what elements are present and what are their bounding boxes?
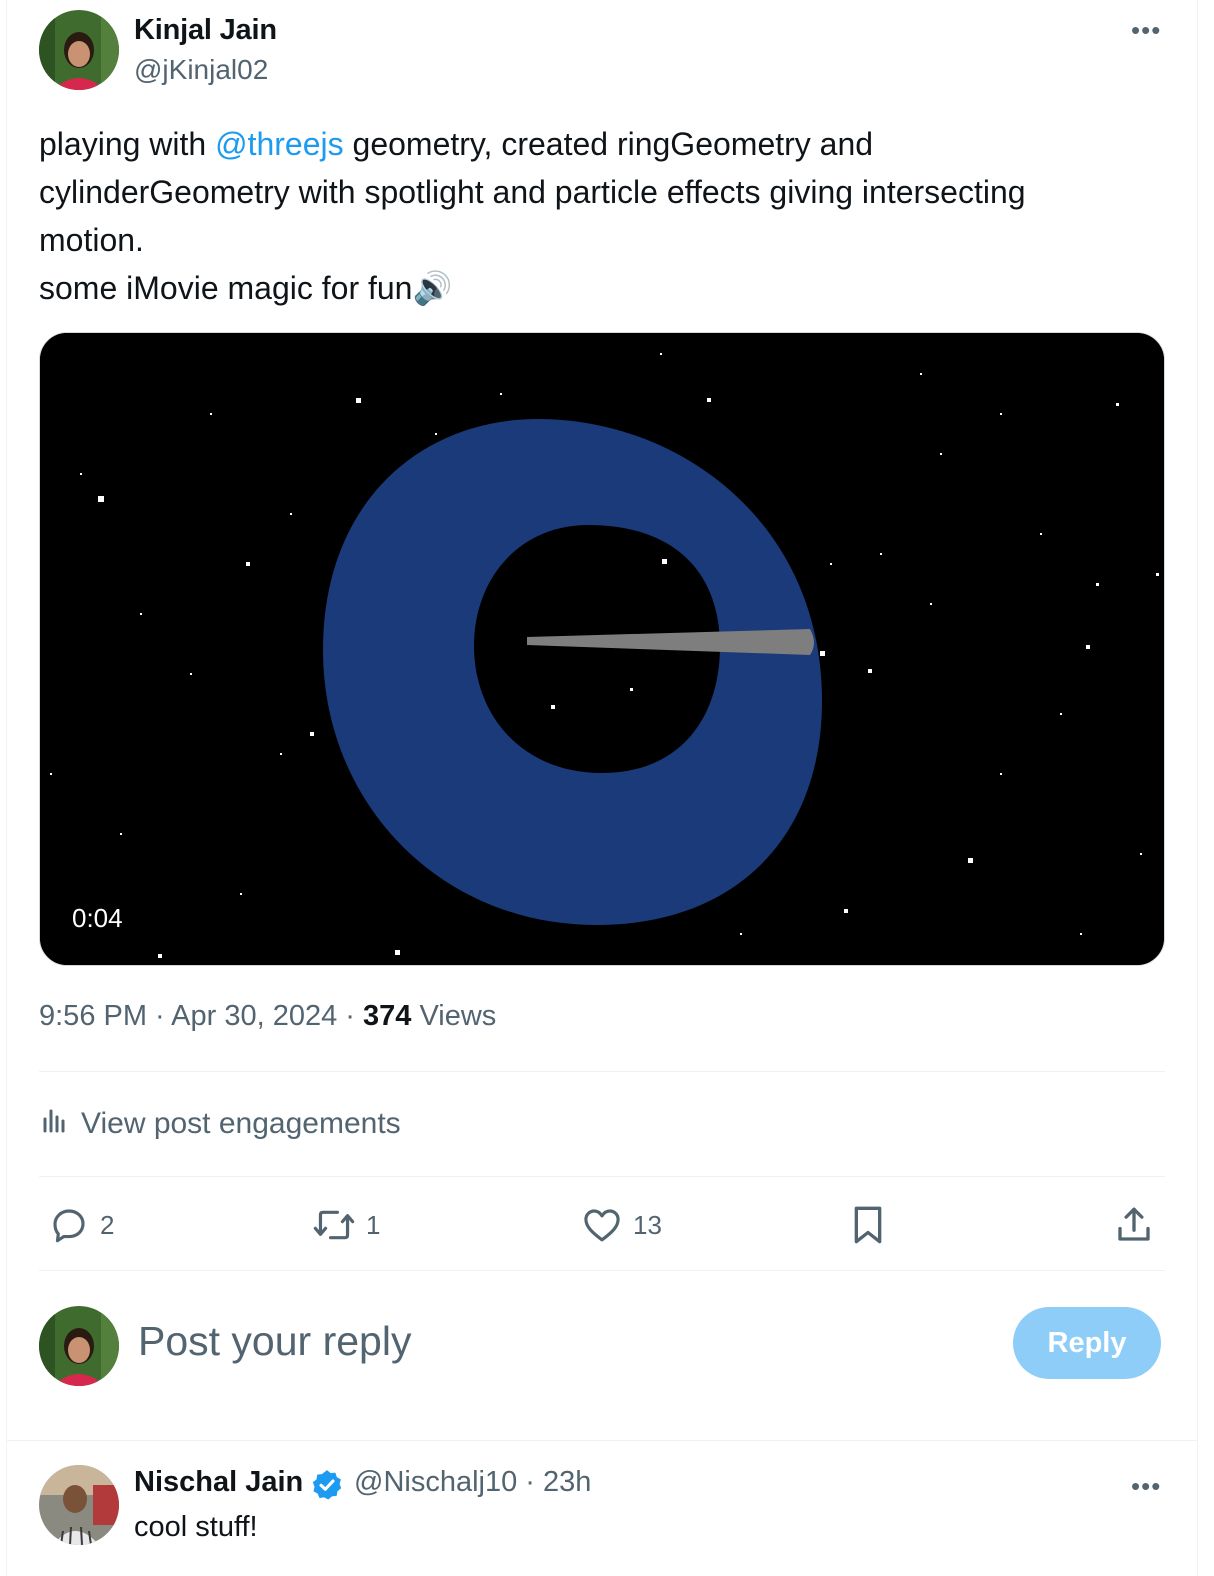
reply-count: 2 bbox=[100, 1209, 115, 1240]
post-text-line-4: some iMovie magic for fun🔊 bbox=[39, 270, 453, 306]
post-meta: 9:56 PM · Apr 30, 2024 · 374 Views bbox=[39, 1000, 496, 1033]
reply-author-name[interactable]: Nischal Jain bbox=[134, 1466, 303, 1499]
bookmark-icon bbox=[848, 1203, 888, 1247]
video-player[interactable]: 0:04 bbox=[39, 332, 1165, 966]
more-icon[interactable]: ••• bbox=[1131, 1473, 1161, 1499]
divider bbox=[39, 1071, 1165, 1072]
view-engagements-link[interactable]: View post engagements bbox=[39, 1104, 401, 1144]
author-avatar[interactable] bbox=[39, 10, 119, 90]
reply-text: cool stuff! bbox=[134, 1511, 258, 1543]
more-icon[interactable]: ••• bbox=[1131, 17, 1161, 43]
repost-icon bbox=[312, 1204, 356, 1246]
post-date[interactable]: Apr 30, 2024 bbox=[171, 1000, 337, 1032]
post-text-segment: playing with bbox=[39, 126, 216, 162]
video-frame bbox=[40, 333, 1164, 965]
user-avatar[interactable] bbox=[39, 1306, 119, 1386]
reply-input[interactable]: Post your reply bbox=[138, 1318, 411, 1365]
share-icon bbox=[1113, 1204, 1155, 1246]
verified-icon bbox=[310, 1468, 344, 1507]
reply-button[interactable]: Reply bbox=[1013, 1307, 1161, 1379]
post-text-segment: geometry, created ringGeometry and bbox=[343, 126, 874, 162]
reply-author-handle-time[interactable]: @Nischalj10 · 23h bbox=[354, 1466, 591, 1499]
like-action[interactable]: 13 bbox=[581, 1200, 662, 1250]
reply-icon bbox=[48, 1204, 90, 1246]
engagements-icon bbox=[39, 1105, 69, 1143]
views-count: 374 bbox=[363, 1000, 412, 1032]
reply-author-avatar[interactable] bbox=[39, 1465, 119, 1545]
post-text-line-2: cylinderGeometry with spotlight and part… bbox=[39, 174, 1026, 210]
post-time[interactable]: 9:56 PM bbox=[39, 1000, 147, 1032]
like-count: 13 bbox=[633, 1209, 662, 1240]
post-text-line-3: motion. bbox=[39, 222, 144, 258]
mention-link[interactable]: @threejs bbox=[215, 126, 344, 162]
post-text: playing with @threejs geometry, created … bbox=[39, 120, 1169, 312]
repost-count: 1 bbox=[366, 1209, 381, 1240]
author-name[interactable]: Kinjal Jain bbox=[134, 14, 277, 47]
share-action[interactable] bbox=[1113, 1200, 1155, 1250]
post-text-line-1: playing with @threejs geometry, created … bbox=[39, 120, 1169, 168]
meta-separator: · bbox=[337, 1000, 364, 1032]
views-label: Views bbox=[411, 1000, 497, 1032]
repost-action[interactable]: 1 bbox=[312, 1200, 380, 1250]
engagements-label: View post engagements bbox=[81, 1107, 401, 1140]
reply-action[interactable]: 2 bbox=[48, 1200, 114, 1250]
meta-separator: · bbox=[147, 1000, 172, 1032]
author-handle[interactable]: @jKinjal02 bbox=[134, 54, 268, 86]
bookmark-action[interactable] bbox=[848, 1200, 888, 1250]
video-duration: 0:04 bbox=[60, 899, 135, 938]
like-icon bbox=[581, 1204, 623, 1246]
divider bbox=[39, 1176, 1165, 1177]
divider bbox=[39, 1270, 1165, 1271]
divider bbox=[6, 1440, 1198, 1441]
